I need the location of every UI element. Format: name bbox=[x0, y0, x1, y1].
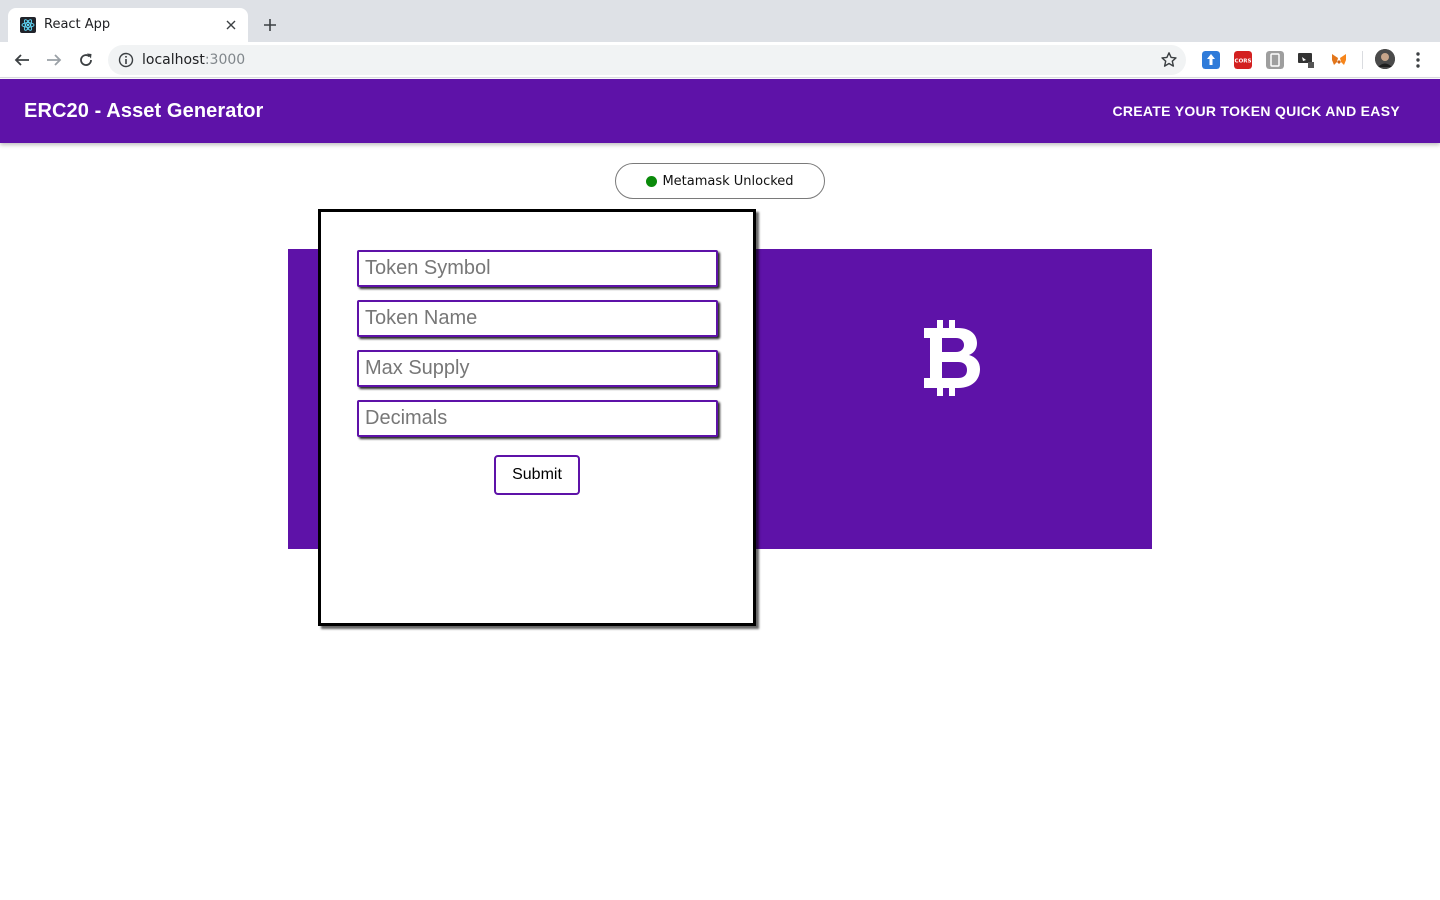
close-icon[interactable] bbox=[222, 16, 240, 34]
reload-icon[interactable] bbox=[74, 48, 98, 72]
grey-ext-icon[interactable] bbox=[1266, 51, 1284, 69]
upload-ext-icon[interactable] bbox=[1202, 51, 1220, 69]
status-text: Metamask Unlocked bbox=[662, 173, 794, 189]
svg-text:CORS: CORS bbox=[1235, 59, 1252, 65]
token-form-card: Submit bbox=[318, 209, 756, 626]
info-icon[interactable] bbox=[118, 52, 134, 68]
decimals-input[interactable] bbox=[357, 400, 718, 437]
browser-tab[interactable]: React App bbox=[8, 8, 248, 42]
react-icon bbox=[20, 17, 36, 33]
browser-tabstrip: React App bbox=[0, 0, 1440, 42]
cors-ext-icon[interactable]: CORS bbox=[1234, 51, 1252, 69]
tab-title: React App bbox=[44, 17, 111, 32]
profile-avatar[interactable] bbox=[1375, 49, 1395, 69]
url-text: localhost:3000 bbox=[142, 52, 246, 68]
new-tab-icon[interactable] bbox=[258, 13, 282, 37]
app-title: ERC20 - Asset Generator bbox=[24, 100, 264, 122]
toolbar-separator bbox=[1362, 51, 1363, 69]
token-name-input[interactable] bbox=[357, 300, 718, 337]
address-bar[interactable]: localhost:3000 bbox=[108, 45, 1186, 75]
back-arrow-icon[interactable] bbox=[10, 48, 34, 72]
submit-button[interactable]: Submit bbox=[494, 455, 580, 495]
forward-arrow-icon[interactable] bbox=[42, 48, 66, 72]
bitcoin-icon bbox=[924, 320, 980, 396]
browser-toolbar: localhost:3000 CORS bbox=[0, 42, 1440, 78]
token-symbol-input[interactable] bbox=[357, 250, 718, 287]
max-supply-input[interactable] bbox=[357, 350, 718, 387]
status-indicator-dot bbox=[646, 175, 658, 187]
menu-kebab-icon[interactable] bbox=[1409, 48, 1427, 72]
app-tagline: CREATE YOUR TOKEN QUICK AND EASY bbox=[1112, 103, 1400, 119]
metamask-status-badge: Metamask Unlocked bbox=[615, 163, 825, 199]
app-header: ERC20 - Asset Generator CREATE YOUR TOKE… bbox=[0, 79, 1440, 143]
user-icon bbox=[1375, 49, 1395, 69]
metamask-fox-icon[interactable] bbox=[1330, 51, 1348, 69]
bookmark-star-icon[interactable] bbox=[1160, 51, 1178, 69]
screen-ext-icon[interactable] bbox=[1297, 51, 1315, 69]
